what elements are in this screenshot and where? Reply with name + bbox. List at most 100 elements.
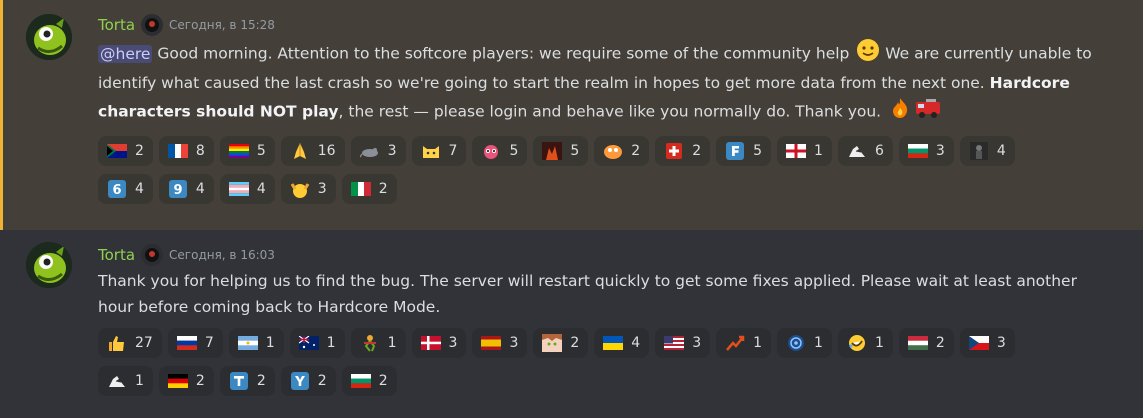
- reaction-row-2: 1 2 2 2 2: [98, 366, 1115, 398]
- message-header: Torta Сегодня, в 16:03: [98, 244, 1115, 266]
- reaction-transgender-flag[interactable]: 4: [219, 174, 275, 204]
- flag-hungary-icon: [907, 335, 928, 351]
- reaction-letter-y[interactable]: 2: [280, 366, 336, 396]
- pink-creature-icon: [481, 143, 501, 159]
- reaction-cm-logo[interactable]: 1: [777, 328, 832, 358]
- reaction-keycap-6[interactable]: 64: [98, 174, 153, 204]
- flag-ukraine-icon: [603, 335, 624, 351]
- reaction-flag-italy[interactable]: 2: [341, 174, 397, 204]
- flag-spain-icon: [481, 335, 502, 351]
- anime-face-icon: [542, 334, 563, 352]
- letter-t-icon: [229, 372, 249, 390]
- dancing-figure-icon: [360, 335, 380, 352]
- reaction-folded-hands[interactable]: 16: [280, 136, 345, 166]
- reaction-flag-australia[interactable]: 1: [289, 328, 345, 358]
- username[interactable]: Torta: [98, 246, 135, 264]
- reaction-flag-france[interactable]: 8: [158, 136, 214, 166]
- reaction-flag-south-africa[interactable]: 2: [98, 136, 153, 166]
- flag-bulgaria-icon: [907, 143, 928, 159]
- reaction-flexed-arm[interactable]: 6: [837, 136, 893, 166]
- reaction-rat[interactable]: 3: [350, 136, 406, 166]
- reaction-flag-czech[interactable]: 3: [959, 328, 1015, 358]
- flag-argentina-icon: [237, 335, 258, 351]
- username[interactable]: Torta: [98, 16, 135, 34]
- reaction-cat-emote[interactable]: 7: [411, 136, 467, 166]
- cat-emote-icon: [421, 143, 441, 159]
- reaction-row-1: 2 8 5 16 3 7 5 5 2 2 5 1 6 3 4: [98, 136, 1115, 168]
- reaction-dark-figure[interactable]: 4: [959, 136, 1015, 166]
- message-1: Torta Сегодня, в 15:28 @here Good mornin…: [0, 0, 1143, 230]
- rainbow-flag-icon: [228, 143, 249, 159]
- message-2: Torta Сегодня, в 16:03 Thank you for hel…: [0, 230, 1143, 418]
- reaction-flag-usa[interactable]: 3: [655, 328, 711, 358]
- reaction-keycap-9[interactable]: 94: [158, 174, 214, 204]
- flag-usa-icon: [664, 335, 685, 351]
- letter-f-icon: [725, 142, 745, 160]
- reaction-flag-germany[interactable]: 2: [158, 366, 214, 396]
- fire-icon: [888, 96, 912, 128]
- chart-up-icon: [725, 335, 745, 351]
- flag-russia-icon: [176, 335, 197, 351]
- letter-y-icon: [290, 372, 310, 390]
- reaction-row-2: 64 94 4 3 2: [98, 174, 1115, 206]
- reaction-row-1: 27 7 1 1 1 3 3 2 4 3 1 1 1 2 3: [98, 328, 1115, 360]
- reactions: 27 7 1 1 1 3 3 2 4 3 1 1 1 2 3 1 2 2 2 2: [98, 328, 1115, 398]
- badge-icon: [141, 244, 164, 266]
- reaction-flag-hungary[interactable]: 2: [898, 328, 954, 358]
- reaction-raised-hands[interactable]: 3: [280, 174, 336, 204]
- keycap-9-icon: 9: [168, 180, 188, 198]
- reaction-pepe[interactable]: 2: [594, 136, 650, 166]
- svg-text:6: 6: [112, 183, 121, 198]
- reaction-rofl-face[interactable]: 1: [837, 328, 893, 358]
- flag-italy-icon: [350, 181, 371, 197]
- rat-icon: [359, 143, 380, 159]
- reaction-letter-t[interactable]: 2: [219, 366, 275, 396]
- mention-here[interactable]: @here: [98, 44, 153, 63]
- avatar[interactable]: [26, 242, 72, 288]
- reaction-flag-bulgaria[interactable]: 2: [341, 366, 397, 396]
- flag-south-africa-icon: [107, 143, 127, 159]
- message-header: Torta Сегодня, в 15:28: [98, 14, 1115, 36]
- reaction-rainbow-flag[interactable]: 5: [219, 136, 275, 166]
- reaction-fire-creature[interactable]: 5: [533, 136, 589, 166]
- reaction-flag-switzerland[interactable]: 2: [655, 136, 711, 166]
- reaction-pink-creature[interactable]: 5: [472, 136, 528, 166]
- reaction-flag-ukraine[interactable]: 4: [594, 328, 650, 358]
- flag-england-icon: [786, 143, 807, 159]
- reaction-letter-f[interactable]: 5: [716, 136, 772, 166]
- reaction-dancing-figure[interactable]: 1: [350, 328, 406, 358]
- thumbs-up-icon: [107, 335, 127, 351]
- flag-czech-icon: [968, 335, 989, 351]
- reaction-flag-spain[interactable]: 3: [472, 328, 528, 358]
- message-text: @here Good morning. Attention to the sof…: [98, 38, 1115, 128]
- reaction-flag-russia[interactable]: 7: [167, 328, 223, 358]
- slightly-smiling-face-icon: [856, 38, 880, 70]
- reaction-flag-argentina[interactable]: 1: [228, 328, 284, 358]
- rofl-face-icon: [847, 335, 867, 351]
- reactions: 2 8 5 16 3 7 5 5 2 2 5 1 6 3 4 64 94 4 3: [98, 136, 1115, 206]
- fire-creature-icon: [542, 142, 563, 160]
- cm-logo-icon: [786, 335, 806, 351]
- reaction-chart-up[interactable]: 1: [716, 328, 772, 358]
- timestamp[interactable]: Сегодня, в 16:03: [169, 248, 275, 262]
- badge-icon: [141, 14, 164, 36]
- raised-hands-icon: [290, 181, 310, 198]
- flag-denmark-icon: [420, 335, 441, 351]
- reaction-flag-bulgaria[interactable]: 3: [898, 136, 954, 166]
- reaction-flexed-arm[interactable]: 1: [98, 366, 153, 396]
- reaction-flag-england[interactable]: 1: [777, 136, 832, 166]
- reaction-thumbs-up[interactable]: 27: [98, 328, 162, 358]
- svg-text:9: 9: [173, 183, 182, 198]
- avatar[interactable]: [26, 14, 72, 60]
- flag-australia-icon: [298, 335, 319, 351]
- folded-hands-icon: [290, 143, 310, 159]
- reaction-anime-face[interactable]: 2: [533, 328, 589, 358]
- message-text: Thank you for helping us to find the bug…: [98, 272, 1077, 316]
- flag-switzerland-icon: [664, 143, 684, 159]
- fire-engine-icon: [914, 96, 942, 128]
- flag-bulgaria-icon: [350, 373, 371, 389]
- reaction-flag-denmark[interactable]: 3: [411, 328, 467, 358]
- flexed-arm-icon: [107, 373, 127, 389]
- timestamp[interactable]: Сегодня, в 15:28: [169, 18, 275, 32]
- flexed-arm-icon: [847, 143, 867, 159]
